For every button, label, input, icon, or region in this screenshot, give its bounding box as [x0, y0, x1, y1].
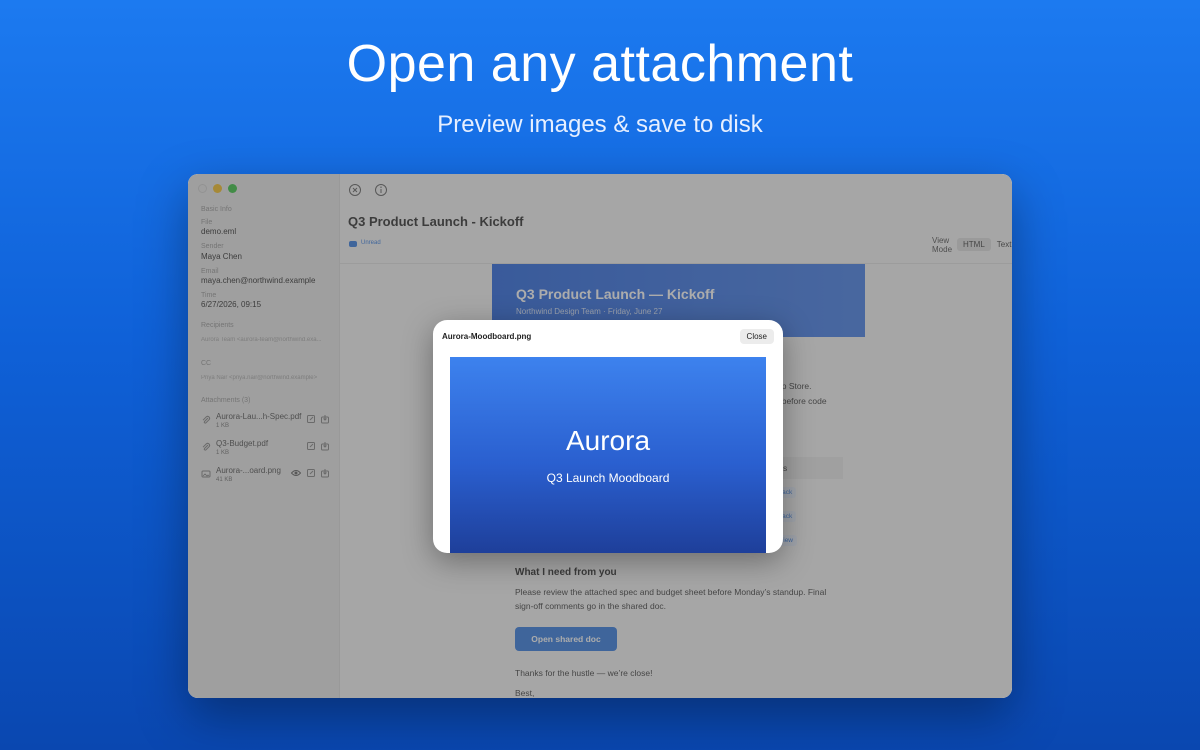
preview-title: Aurora [565, 425, 651, 456]
preview-subtitle: Q3 Launch Moodboard [546, 471, 670, 485]
modal-title: Aurora-Moodboard.png [442, 332, 532, 341]
attachment-preview-modal: Aurora-Moodboard.png Close Aurora Q3 Lau… [433, 320, 783, 553]
close-button[interactable]: Close [739, 329, 774, 344]
image-preview: Aurora Q3 Launch Moodboard [450, 357, 766, 553]
hero-subtitle: Preview images & save to disk [437, 111, 763, 138]
hero-title: Open any attachment [346, 35, 854, 93]
